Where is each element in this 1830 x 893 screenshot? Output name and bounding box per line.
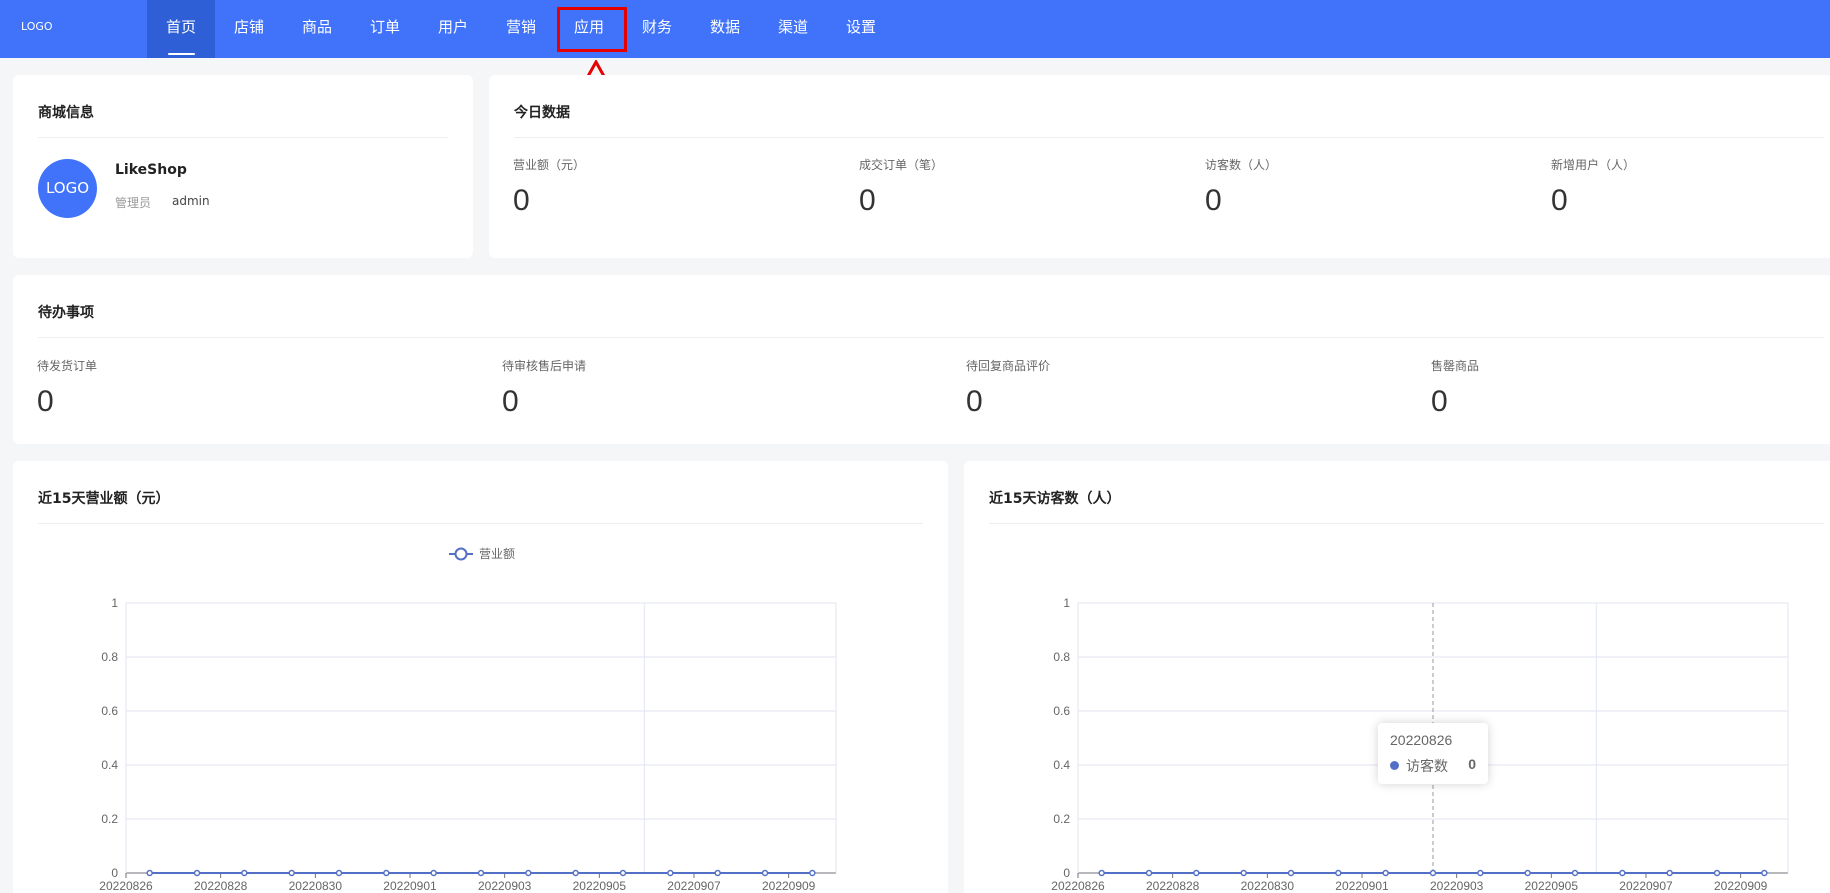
y-tick-label: 0.2 xyxy=(101,812,118,826)
legend-label: 营业额 xyxy=(479,547,515,561)
data-point xyxy=(1193,869,1200,877)
tooltip-value: 0 xyxy=(1468,756,1476,772)
data-point xyxy=(1287,869,1295,877)
data-point xyxy=(1240,869,1247,877)
y-tick-label: 0 xyxy=(111,866,118,880)
x-tick-label: 20220830 xyxy=(289,879,343,893)
data-point xyxy=(1713,869,1721,877)
data-point xyxy=(572,869,579,877)
data-point xyxy=(714,869,721,877)
data-point xyxy=(241,869,248,877)
tooltip-series-dot xyxy=(1390,761,1399,770)
y-tick-label: 0.8 xyxy=(1053,650,1070,664)
tooltip-series-name: 访客数 xyxy=(1406,759,1448,775)
legend-marker xyxy=(454,547,468,561)
data-point xyxy=(667,869,674,877)
data-point xyxy=(193,869,201,877)
data-point xyxy=(1145,869,1153,877)
data-point xyxy=(1619,869,1626,877)
data-point xyxy=(1524,869,1531,877)
x-tick-label: 20220909 xyxy=(762,879,816,893)
x-tick-label: 20220909 xyxy=(1714,879,1768,893)
data-point xyxy=(383,869,390,877)
y-tick-label: 0.6 xyxy=(101,704,118,718)
y-tick-label: 0.4 xyxy=(101,758,118,772)
x-tick-label: 20220901 xyxy=(1335,879,1389,893)
y-tick-label: 0 xyxy=(1063,866,1070,880)
data-point xyxy=(761,869,769,877)
x-tick-label: 20220828 xyxy=(194,879,248,893)
data-point xyxy=(430,869,437,877)
data-point xyxy=(477,869,485,877)
data-point xyxy=(146,869,153,877)
x-tick-label: 20220826 xyxy=(99,879,153,893)
x-tick-label: 20220826 xyxy=(1051,879,1105,893)
x-tick-label: 20220830 xyxy=(1241,879,1295,893)
data-point xyxy=(288,869,295,877)
y-tick-label: 0.4 xyxy=(1053,758,1070,772)
x-tick-label: 20220901 xyxy=(383,879,437,893)
data-point xyxy=(1666,869,1673,877)
chart-tooltip: 20220826 访客数 0 xyxy=(1378,723,1488,784)
y-tick-label: 0.2 xyxy=(1053,812,1070,826)
x-tick-label: 20220905 xyxy=(1525,879,1579,893)
data-point xyxy=(1571,869,1579,877)
data-point xyxy=(1761,869,1768,877)
y-tick-label: 1 xyxy=(1063,596,1070,610)
chart-revenue: 0 0.2 0.4 0.6 0.8 1 20220826 20220828 20220830 20… xyxy=(99,547,837,893)
x-tick-label: 20220907 xyxy=(1619,879,1673,893)
data-point xyxy=(1335,869,1342,877)
y-tick-label: 0.8 xyxy=(101,650,118,664)
data-point xyxy=(1477,869,1484,877)
data-point xyxy=(809,869,816,877)
y-tick-label: 1 xyxy=(111,596,118,610)
x-tick-label: 20220905 xyxy=(573,879,627,893)
charts-layer: 0 0.2 0.4 0.6 0.8 1 20220826 20220828 20220830 20… xyxy=(99,547,1789,893)
data-point xyxy=(525,869,532,877)
x-tick-label: 20220903 xyxy=(1430,879,1484,893)
x-tick-label: 20220828 xyxy=(1146,879,1200,893)
data-point xyxy=(619,869,627,877)
data-point xyxy=(1098,869,1105,877)
y-tick-label: 0.6 xyxy=(1053,704,1070,718)
data-point xyxy=(335,869,343,877)
data-point xyxy=(1429,869,1437,877)
x-tick-label: 20220907 xyxy=(667,879,721,893)
data-point xyxy=(1382,869,1389,877)
tooltip-title: 20220826 xyxy=(1390,732,1453,748)
x-tick-label: 20220903 xyxy=(478,879,532,893)
